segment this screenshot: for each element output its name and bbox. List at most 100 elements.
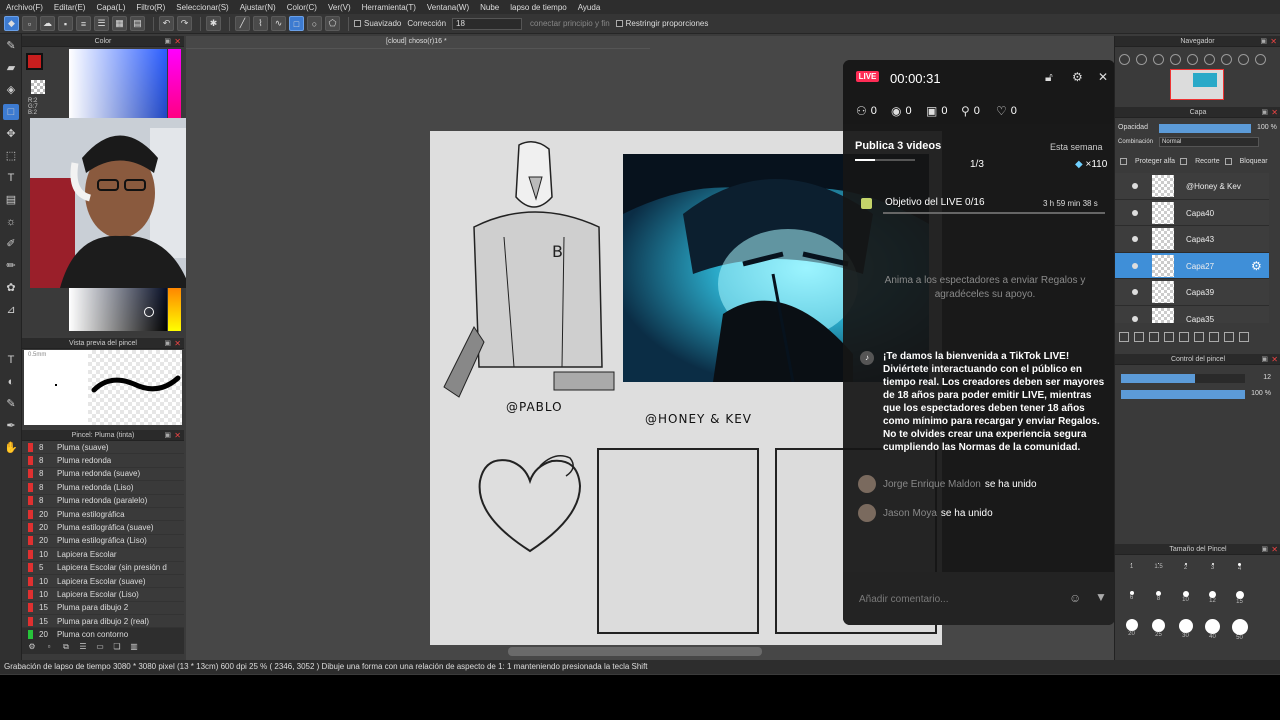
layer-row[interactable]: Capa27 ⚙ xyxy=(1115,252,1269,279)
curve-icon[interactable]: ∿ xyxy=(271,16,286,31)
brush-list-item[interactable]: 10 Lapicera Escolar xyxy=(22,548,184,562)
eraser-tool-icon[interactable]: ▰ xyxy=(3,60,19,76)
brush-list-item[interactable]: 20 Pluma estilográfica xyxy=(22,508,184,522)
promo-banner[interactable]: Publica 3 videos Esta semana xyxy=(843,126,1115,162)
close-icon[interactable]: ✕ xyxy=(1271,107,1278,118)
zoom-out-icon[interactable] xyxy=(1136,53,1147,65)
brush-size-preset[interactable]: 8 xyxy=(1145,588,1172,610)
brush-opacity-slider[interactable] xyxy=(1121,390,1245,399)
brush-size-slider[interactable] xyxy=(1121,374,1245,383)
move-tool-icon[interactable]: ✥ xyxy=(3,126,19,142)
brush-list-item[interactable]: 20 Pluma estilográfica (suave) xyxy=(22,521,184,535)
layer-row[interactable]: Capa39 xyxy=(1115,279,1269,306)
menu-item[interactable]: Ver(V) xyxy=(328,3,351,12)
table-icon[interactable]: ▤ xyxy=(130,16,145,31)
brush-size-preset[interactable]: 15 xyxy=(1226,588,1253,610)
brush-size-preset[interactable]: 30 xyxy=(1172,616,1199,639)
undo-icon[interactable]: ↶ xyxy=(159,16,174,31)
correction-field[interactable]: 18 xyxy=(452,17,523,30)
eyedropper-tool-icon[interactable]: ✐ xyxy=(3,236,19,252)
brush-list-item[interactable]: 8 Pluma (suave) xyxy=(22,441,184,455)
rectangle-icon[interactable]: □ xyxy=(289,16,304,31)
gradient-tool-icon[interactable]: ▤ xyxy=(3,192,19,208)
menu-item[interactable]: Seleccionar(S) xyxy=(176,3,228,12)
trash-icon[interactable] xyxy=(1239,332,1249,342)
eye-icon[interactable] xyxy=(1132,289,1138,295)
list-icon[interactable]: ☰ xyxy=(77,642,89,652)
brush-size-preset[interactable]: 1 xyxy=(1118,560,1145,582)
new-file-icon[interactable]: ▫ xyxy=(22,16,37,31)
protect-alpha-checkbox[interactable]: Proteger alfa xyxy=(1120,155,1175,168)
eye-icon[interactable] xyxy=(1132,183,1138,189)
joiner-name[interactable]: Jason Moya xyxy=(883,508,937,519)
eye-icon[interactable] xyxy=(1132,315,1138,322)
brush-size-preset[interactable]: 1.5 xyxy=(1145,560,1172,582)
brush-list-item[interactable]: 20 Pluma estilográfica (Liso) xyxy=(22,535,184,549)
brush-list-item[interactable]: 8 Pluma redonda (suave) xyxy=(22,468,184,482)
brush-size-preset[interactable]: 50 xyxy=(1226,616,1253,641)
brush-list-item[interactable]: 15 Pluma para dibujo 2 xyxy=(22,602,184,616)
balloon-tool-icon[interactable]: ◐ xyxy=(3,374,19,390)
blend-tool-icon[interactable]: ☼ xyxy=(3,214,19,230)
panel-menu-icon[interactable]: ▣ xyxy=(1261,107,1268,118)
menu-item[interactable]: Capa(L) xyxy=(96,3,125,12)
combine-down-icon[interactable] xyxy=(1194,332,1204,342)
fill-tool-icon[interactable]: ◈ xyxy=(3,82,19,98)
fit-icon[interactable] xyxy=(1153,53,1164,65)
avatar[interactable] xyxy=(858,504,876,522)
brush-list-item[interactable]: 8 Pluma redonda xyxy=(22,454,184,468)
opacity-slider[interactable] xyxy=(1159,124,1251,133)
main-color-swatch[interactable] xyxy=(26,53,43,70)
save-icon[interactable]: ▪ xyxy=(58,16,73,31)
new-raster-layer-icon[interactable] xyxy=(1119,332,1129,342)
polygon-icon[interactable]: ⬠ xyxy=(325,16,340,31)
eye-icon[interactable] xyxy=(1132,236,1138,242)
live-stat[interactable]: ▣ 0 xyxy=(926,104,947,118)
brush-size-preset[interactable]: 6 xyxy=(1118,588,1145,610)
new-vector-layer-icon[interactable] xyxy=(1134,332,1144,342)
constrain-proportions-checkbox[interactable]: Restringir proporciones xyxy=(615,19,708,28)
select-tool-icon[interactable]: ⬚ xyxy=(3,148,19,164)
color-picker-marker[interactable] xyxy=(144,307,154,317)
flip-icon[interactable] xyxy=(1204,53,1215,65)
brush-size-preset[interactable]: 20 xyxy=(1118,616,1145,638)
hand-tool-icon[interactable]: ✋ xyxy=(3,440,19,456)
ellipse-icon[interactable]: ○ xyxy=(307,16,322,31)
joiner-name[interactable]: Jorge Enrique Maldon xyxy=(883,479,981,490)
layer-row[interactable]: Capa40 xyxy=(1115,199,1269,226)
menu-item[interactable]: Nube xyxy=(480,3,499,12)
live-stat[interactable]: ⚇ 0 xyxy=(856,104,877,118)
menu-item[interactable]: Ventana(W) xyxy=(427,3,469,12)
fit-window-icon[interactable] xyxy=(1238,53,1249,65)
menu-item[interactable]: Herramienta(T) xyxy=(362,3,416,12)
cloud-icon[interactable]: ☁ xyxy=(40,16,55,31)
close-icon[interactable]: ✕ xyxy=(174,36,181,47)
live-stat[interactable]: ⚲ 0 xyxy=(961,104,980,118)
layer-row[interactable]: @Honey & Kev xyxy=(1115,173,1269,200)
line-tool-icon[interactable]: ╱ xyxy=(235,16,250,31)
brush-list-item[interactable]: 8 Pluma redonda (paralelo) xyxy=(22,495,184,508)
duplicate-icon[interactable]: ❏ xyxy=(111,642,123,652)
menu-item[interactable]: lapso de tiempo xyxy=(510,3,566,12)
menu-item[interactable]: Color(C) xyxy=(287,3,317,12)
eye-icon[interactable] xyxy=(1132,209,1138,216)
eye-icon[interactable] xyxy=(1132,262,1138,269)
panel-menu-icon[interactable]: ▣ xyxy=(1261,544,1268,555)
gear-icon[interactable]: ⚙ xyxy=(1251,259,1262,273)
menu-item[interactable]: Ayuda xyxy=(578,3,601,12)
grid-icon[interactable]: ▦ xyxy=(112,16,127,31)
correction-tool-icon[interactable]: ✎ xyxy=(3,396,19,412)
panel-menu-icon[interactable]: ▣ xyxy=(1261,354,1268,365)
live-goal[interactable]: Objetivo del LIVE 0/16 3 h 59 min 38 s xyxy=(853,190,1107,216)
transfer-down-icon[interactable] xyxy=(1179,332,1189,342)
polyline-icon[interactable]: ⌇ xyxy=(253,16,268,31)
horizontal-scrollbar[interactable] xyxy=(508,647,762,656)
menu-item[interactable]: Archivo(F) xyxy=(6,3,43,12)
comment-input[interactable] xyxy=(859,591,1064,607)
eyedrop-icon[interactable]: ✒ xyxy=(3,418,19,434)
emoji-icon[interactable]: ☺ xyxy=(1069,591,1081,605)
zoom-in-icon[interactable] xyxy=(1119,53,1130,65)
filter-icon[interactable]: ▼ xyxy=(1095,590,1107,604)
settings-icon[interactable]: ⚙ xyxy=(1072,70,1083,84)
brush-list-item[interactable]: 8 Pluma redonda (Liso) xyxy=(22,481,184,495)
